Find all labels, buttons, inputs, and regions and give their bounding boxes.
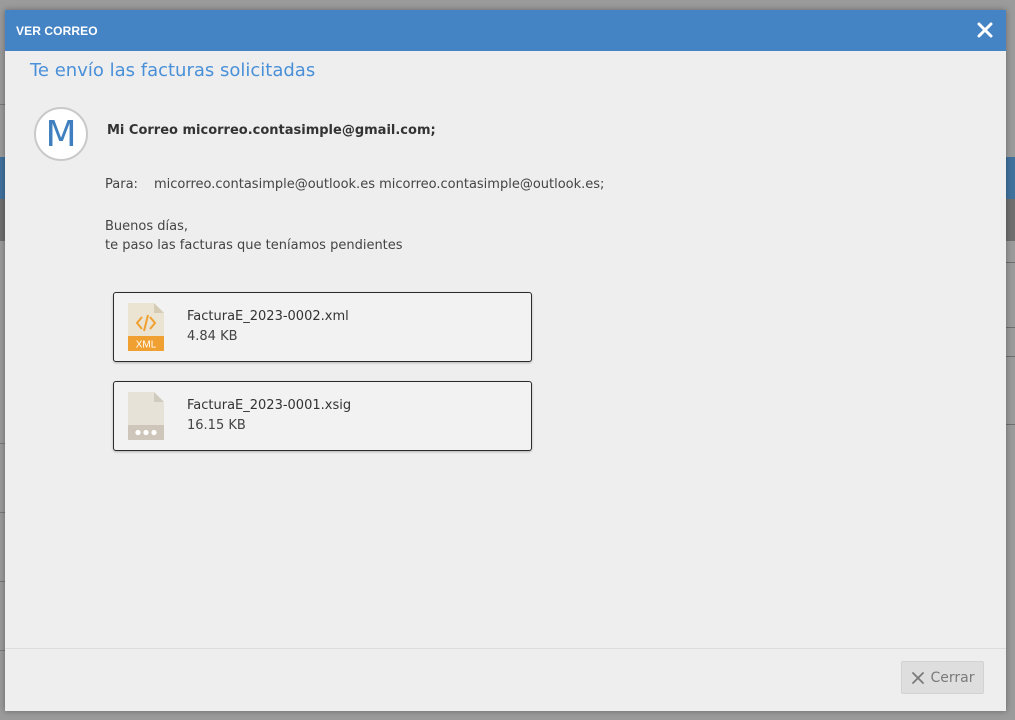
close-button[interactable]: Cerrar: [901, 661, 984, 694]
xml-badge-text: XML: [136, 340, 157, 351]
background-divider: [1006, 327, 1015, 328]
avatar: M: [34, 107, 88, 161]
attachment-size: 4.84 KB: [187, 329, 238, 344]
attachment-xml[interactable]: XML FacturaE_2023-0002.xml 4.84 KB: [113, 292, 532, 362]
attachment-name: FacturaE_2023-0002.xml: [187, 309, 349, 324]
attachment-xsig[interactable]: FacturaE_2023-0001.xsig 16.15 KB: [113, 381, 532, 451]
footer-divider: [5, 648, 1006, 649]
body-line: Buenos días,: [105, 219, 188, 234]
recipients-row: Para: micorreo.contasimple@outlook.es mic…: [105, 177, 604, 192]
generic-file-icon: [128, 392, 164, 440]
close-icon[interactable]: [974, 19, 996, 41]
background-divider: [1006, 262, 1015, 263]
recipients-label: Para:: [105, 177, 138, 192]
sender-line: Mi Correo micorreo.contasimple@gmail.com…: [107, 123, 436, 138]
recipients-value: micorreo.contasimple@outlook.es micorreo…: [154, 177, 605, 192]
avatar-letter: M: [45, 114, 77, 155]
close-button-label: Cerrar: [930, 669, 975, 686]
email-body: Buenos días, te paso las facturas que te…: [105, 217, 403, 255]
close-icon: [911, 671, 924, 684]
body-line: te paso las facturas que teníamos pendie…: [105, 238, 403, 253]
email-subject: Te envío las facturas solicitadas: [30, 60, 316, 81]
attachment-name: FacturaE_2023-0001.xsig: [187, 398, 352, 413]
view-email-dialog: VER CORREO Te envío las facturas solicit…: [5, 10, 1006, 711]
xml-file-icon: XML: [128, 303, 164, 351]
background-divider: [1006, 356, 1015, 357]
background-divider: [1006, 424, 1015, 425]
dialog-header: VER CORREO: [5, 10, 1006, 51]
attachment-size: 16.15 KB: [187, 418, 246, 433]
dialog-title: VER CORREO: [16, 23, 98, 38]
